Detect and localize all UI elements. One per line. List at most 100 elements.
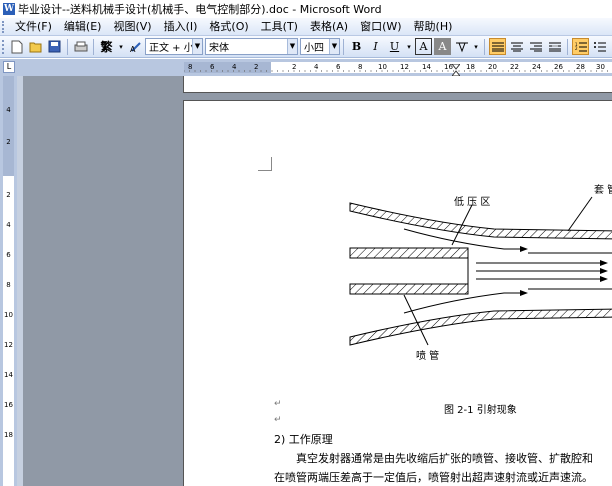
ruler-number: 14	[4, 371, 13, 379]
horizontal-ruler[interactable]: L 8 6 4 2 2 4 6 8 10 12 14 16 18 20 22 2…	[0, 59, 612, 77]
ruler-number: 2	[292, 63, 297, 71]
menu-view[interactable]: 视图(V)	[107, 19, 157, 35]
bulleted-list-icon	[593, 41, 606, 51]
menu-window[interactable]: 窗口(W)	[354, 19, 407, 35]
sleeve-leader	[567, 196, 593, 232]
menu-table[interactable]: 表格(A)	[304, 19, 354, 35]
underline-button[interactable]: U	[386, 38, 403, 55]
previous-page-bottom	[183, 76, 612, 93]
ruler-number: 4	[314, 63, 319, 71]
chevron-down-icon: ▼	[287, 39, 297, 54]
printer-icon	[74, 41, 87, 51]
ruler-number: 4	[6, 106, 11, 114]
open-button[interactable]	[27, 38, 44, 55]
word-app-icon: W	[3, 3, 15, 15]
toolbar-separator	[343, 38, 344, 55]
numbered-list-icon: 12	[575, 42, 587, 51]
ruler-number: 10	[378, 63, 387, 71]
empty-paragraph-mark: ↵	[274, 399, 282, 409]
ruler-number: 18	[466, 63, 475, 71]
align-center-icon	[510, 42, 523, 51]
menu-help[interactable]: 帮助(H)	[408, 19, 459, 35]
ruler-number: 6	[336, 63, 341, 71]
char-scaling-chevron[interactable]: ▾	[472, 38, 480, 55]
ruler-number: 2	[6, 138, 11, 146]
traditional-chinese-button[interactable]: 繁	[98, 38, 115, 55]
ruler-number: 30	[596, 63, 605, 71]
underline-options-chevron[interactable]: ▾	[405, 38, 413, 55]
font-size-select[interactable]: 小四 ▼	[300, 38, 340, 55]
ejector-figure	[349, 196, 612, 346]
document-workspace[interactable]: 低 压 区 套 管 喷 管 图 2-1 引射现象 ↵ ↵ 2) 工作原理 真空发…	[17, 76, 612, 486]
tab-stop-selector[interactable]: L	[3, 61, 15, 73]
menu-format[interactable]: 格式(O)	[203, 19, 254, 35]
char-scaling-icon	[455, 42, 468, 52]
sleeve-label: 套 管	[594, 185, 612, 196]
indent-marker-icon[interactable]	[268, 61, 460, 77]
styles-pane-button[interactable]: A	[127, 38, 144, 55]
menu-insert[interactable]: 插入(I)	[158, 19, 204, 35]
font-select[interactable]: 宋体 ▼	[205, 38, 298, 55]
ruler-number: 2	[254, 63, 259, 71]
ruler-number: 18	[4, 431, 13, 439]
toolbar-separator	[567, 38, 568, 55]
chevron-down-icon: ▼	[192, 39, 202, 54]
ruler-number: 24	[532, 63, 541, 71]
ruler-number: 6	[210, 63, 215, 71]
section-heading: 2) 工作原理	[274, 433, 333, 446]
chevron-down-icon: ▼	[329, 39, 339, 54]
font-size-select-value: 小四	[304, 43, 324, 54]
justify-button[interactable]	[489, 38, 506, 55]
empty-paragraph-mark: ↵	[274, 415, 282, 425]
vertical-ruler[interactable]: 4 2 2 4 6 8 10 12 14 16 18	[0, 76, 17, 486]
numbering-button[interactable]: 12	[572, 38, 589, 55]
ruler-number: 14	[422, 63, 431, 71]
sleeve-lower-wall	[349, 308, 612, 346]
nozzle-lower-wall	[349, 283, 469, 295]
menu-file[interactable]: 文件(F)	[9, 19, 58, 35]
toolbar-options-chevron[interactable]: ▾	[117, 38, 125, 55]
figure-caption: 图 2-1 引射现象	[444, 405, 517, 416]
save-button[interactable]	[46, 38, 63, 55]
print-button[interactable]	[72, 38, 89, 55]
low-pressure-label: 低 压 区	[454, 197, 491, 208]
title-bar: W 毕业设计--送料机械手设计(机械手、电气控制部分).doc - Micros…	[0, 0, 612, 18]
chevron-down-icon: ▾	[407, 42, 411, 51]
vruler-top-margin	[3, 76, 14, 176]
vruler-strip: 4 2 2 4 6 8 10 12 14 16 18	[3, 76, 14, 486]
ruler-number: 4	[232, 63, 237, 71]
new-document-button[interactable]	[8, 38, 25, 55]
chevron-down-icon: ▾	[474, 42, 478, 51]
style-select[interactable]: 正文 + 小四 ▼	[145, 38, 203, 55]
justify-icon	[491, 42, 504, 51]
toolbar-separator	[93, 38, 94, 55]
menu-edit[interactable]: 编辑(E)	[58, 19, 108, 35]
chevron-down-icon: ▾	[119, 42, 123, 51]
menu-bar: 文件(F) 编辑(E) 视图(V) 插入(I) 格式(O) 工具(T) 表格(A…	[0, 18, 612, 36]
toolbar-separator	[484, 38, 485, 55]
menu-tools[interactable]: 工具(T)	[255, 19, 304, 35]
ruler-number-row: 8 6 4 2 2 4 6 8 10 12 14 16 18 20 22 24 …	[184, 62, 612, 73]
body-text-line-1: 真空发射器通常是由先收缩后扩张的喷管、接收管、扩散腔和	[296, 452, 593, 465]
workspace-left-strip	[17, 76, 23, 486]
menu-grip-handle[interactable]	[2, 20, 5, 33]
ruler-number: 8	[188, 63, 193, 71]
italic-button[interactable]: I	[367, 38, 384, 55]
bullets-button[interactable]	[591, 38, 608, 55]
entrained-flow-arrow-lower	[403, 292, 524, 314]
document-page[interactable]: 低 压 区 套 管 喷 管 图 2-1 引射现象 ↵ ↵ 2) 工作原理 真空发…	[183, 100, 612, 486]
nozzle-leader	[403, 294, 429, 346]
distributed-align-button[interactable]	[546, 38, 563, 55]
char-scaling-button[interactable]	[453, 38, 470, 55]
window-title: 毕业设计--送料机械手设计(机械手、电气控制部分).doc - Microsof…	[18, 3, 382, 16]
toolbar-grip-handle[interactable]	[2, 39, 5, 54]
ruler-number: 22	[510, 63, 519, 71]
align-right-icon	[529, 42, 542, 51]
bold-button[interactable]: B	[348, 38, 365, 55]
align-center-button[interactable]	[508, 38, 525, 55]
formatting-toolbar: 繁 ▾ A 正文 + 小四 ▼ 宋体 ▼ 小四 ▼ B I U ▾ A A ▾	[0, 36, 612, 58]
char-border-button[interactable]: A	[415, 38, 432, 55]
char-shading-button[interactable]: A	[434, 38, 451, 55]
open-folder-icon	[29, 42, 41, 52]
align-right-button[interactable]	[527, 38, 544, 55]
